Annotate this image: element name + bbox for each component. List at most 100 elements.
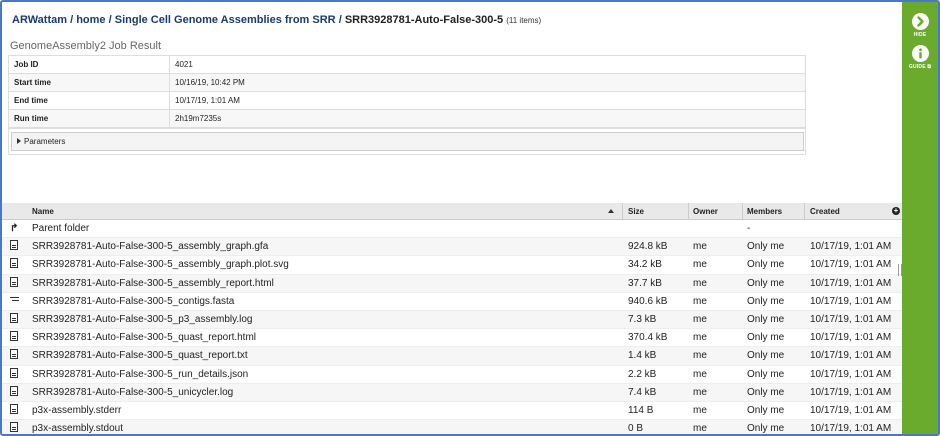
file-members: Only me [747, 386, 785, 398]
file-members: Only me [747, 241, 785, 253]
file-size: 370.4 kB [628, 332, 668, 344]
file-members: Only me [747, 423, 785, 435]
file-owner: me [693, 295, 707, 307]
parent-folder-label[interactable]: Parent folder [32, 220, 89, 238]
job-info-row: Job ID 4021 [8, 55, 806, 74]
file-owner: me [693, 386, 707, 398]
breadcrumb-link-folder[interactable]: Single Cell Genome Assemblies from SRR [115, 14, 336, 26]
file-owner: me [693, 404, 707, 416]
file-size: 7.3 kB [628, 313, 657, 325]
file-owner: me [693, 313, 707, 325]
job-info-value: 4021 [169, 55, 806, 74]
file-name[interactable]: SRR3928781-Auto-False-300-5_assembly_gra… [32, 256, 289, 274]
guide-label: GUIDE ⧉ [908, 64, 932, 70]
file-size: 34.2 kB [628, 259, 662, 271]
job-info-value: 2h19m7235s [169, 109, 806, 128]
hide-button[interactable]: HIDE [902, 13, 938, 38]
table-row[interactable]: SRR3928781-Auto-False-300-5_unicycler.lo… [2, 383, 902, 402]
table-row[interactable]: SRR3928781-Auto-False-300-5_assembly_gra… [2, 256, 902, 275]
file-created: 10/17/19, 1:01 AM [810, 277, 892, 289]
job-info-value: 10/16/19, 10:42 PM [169, 73, 806, 92]
document-icon [10, 385, 18, 396]
file-created: 10/17/19, 1:01 AM [810, 368, 892, 380]
file-name[interactable]: SRR3928781-Auto-False-300-5_run_details.… [32, 366, 248, 384]
header-name[interactable]: Name [32, 203, 54, 220]
app-frame: ARWattam / home / Single Cell Genome Ass… [0, 0, 940, 436]
file-name[interactable]: SRR3928781-Auto-False-300-5_quast_report… [32, 329, 256, 347]
file-created: 10/17/19, 1:01 AM [810, 404, 892, 416]
parent-members: - [747, 223, 751, 234]
table-row[interactable]: SRR3928781-Auto-False-300-5_assembly_gra… [2, 238, 902, 257]
breadcrumb-current: SRR3928781-Auto-False-300-5 [344, 14, 504, 26]
file-members: Only me [747, 350, 785, 362]
document-icon [10, 331, 18, 342]
table-row[interactable]: SRR3928781-Auto-False-300-5_quast_report… [2, 329, 902, 348]
table-row[interactable]: SRR3928781-Auto-False-300-5_quast_report… [2, 347, 902, 366]
table-row[interactable]: SRR3928781-Auto-False-300-5_run_details.… [2, 365, 902, 384]
file-created: 10/17/19, 1:01 AM [810, 332, 892, 344]
job-info-row: Start time 10/16/19, 10:42 PM [8, 73, 806, 92]
job-info-key: Job ID [8, 55, 170, 74]
table-row[interactable]: p3x-assembly.stderr 114 B me Only me 10/17/1… [2, 401, 902, 421]
file-members: Only me [747, 332, 785, 344]
document-icon [10, 403, 18, 414]
parameters-toggle[interactable]: Parameters [11, 132, 804, 151]
file-name[interactable]: SRR3928781-Auto-False-300-5_quast_report… [32, 347, 248, 365]
file-created: 10/17/19, 1:01 AM [810, 423, 892, 435]
header-size[interactable]: Size [628, 203, 644, 220]
file-owner: me [693, 259, 707, 271]
job-info-table: Job ID 4021 Start time 10/16/19, 10:42 PM En… [8, 55, 806, 128]
file-name[interactable]: p3x-assembly.stderr [32, 402, 121, 420]
guide-button[interactable]: GUIDE ⧉ [902, 45, 938, 70]
job-info-value: 10/17/19, 1:01 AM [169, 91, 806, 110]
file-created: 10/17/19, 1:01 AM [810, 386, 892, 398]
grid-header: Name Size Owner Members Created + [2, 203, 902, 220]
hide-label: HIDE [913, 32, 927, 38]
document-icon [10, 240, 18, 251]
file-size: 114 B [628, 404, 654, 416]
table-row[interactable]: SRR3928781-Auto-False-300-5_contigs.fast… [2, 292, 902, 311]
job-info-key: Run time [8, 109, 170, 128]
file-members: Only me [747, 295, 785, 307]
parent-folder-row[interactable]: ↱ Parent folder - [2, 220, 902, 239]
file-members: Only me [747, 404, 785, 416]
file-name[interactable]: SRR3928781-Auto-False-300-5_unicycler.lo… [32, 384, 233, 402]
header-created[interactable]: Created [810, 203, 840, 220]
sort-ascending-icon[interactable] [608, 209, 614, 213]
breadcrumb-link-user[interactable]: ARWattam [12, 14, 67, 26]
file-created: 10/17/19, 1:01 AM [810, 259, 892, 271]
file-owner: me [693, 423, 707, 435]
file-owner: me [693, 277, 707, 289]
job-info-row: End time 10/17/19, 1:01 AM [8, 91, 806, 110]
file-owner: me [693, 241, 707, 253]
file-name[interactable]: SRR3928781-Auto-False-300-5_p3_assembly.… [32, 311, 253, 329]
file-created: 10/17/19, 1:01 AM [810, 313, 892, 325]
file-grid: Name Size Owner Members Created + ↱ Pare… [2, 203, 902, 435]
file-size: 37.7 kB [628, 277, 662, 289]
file-created: 10/17/19, 1:01 AM [810, 295, 892, 307]
document-icon [10, 367, 18, 378]
file-size: 924.8 kB [628, 241, 668, 253]
document-icon [10, 422, 18, 433]
table-row[interactable]: SRR3928781-Auto-False-300-5_p3_assembly.… [2, 310, 902, 330]
file-members: Only me [747, 259, 785, 271]
file-owner: me [693, 350, 707, 362]
header-members[interactable]: Members [747, 203, 782, 220]
job-info-key: End time [8, 91, 170, 110]
parameters-label: Parameters [24, 137, 66, 146]
job-info-row: Run time 2h19m7235s [8, 109, 806, 128]
breadcrumb: ARWattam / home / Single Cell Genome Ass… [12, 14, 542, 26]
add-column-icon[interactable]: + [892, 207, 900, 215]
file-name[interactable]: p3x-assembly.stdout [32, 420, 123, 434]
document-icon [10, 312, 18, 323]
right-sidebar: HIDE GUIDE ⧉ [902, 2, 938, 434]
table-row[interactable]: p3x-assembly.stdout 0 B me Only me 10/17/19,… [2, 420, 902, 435]
file-name[interactable]: SRR3928781-Auto-False-300-5_contigs.fast… [32, 293, 234, 311]
file-created: 10/17/19, 1:01 AM [810, 241, 892, 253]
header-owner[interactable]: Owner [693, 203, 718, 220]
file-name[interactable]: SRR3928781-Auto-False-300-5_assembly_rep… [32, 275, 274, 293]
breadcrumb-link-home[interactable]: home [76, 14, 105, 26]
file-name[interactable]: SRR3928781-Auto-False-300-5_assembly_gra… [32, 238, 268, 256]
file-created: 10/17/19, 1:01 AM [810, 350, 892, 362]
table-row[interactable]: SRR3928781-Auto-False-300-5_assembly_rep… [2, 274, 902, 293]
